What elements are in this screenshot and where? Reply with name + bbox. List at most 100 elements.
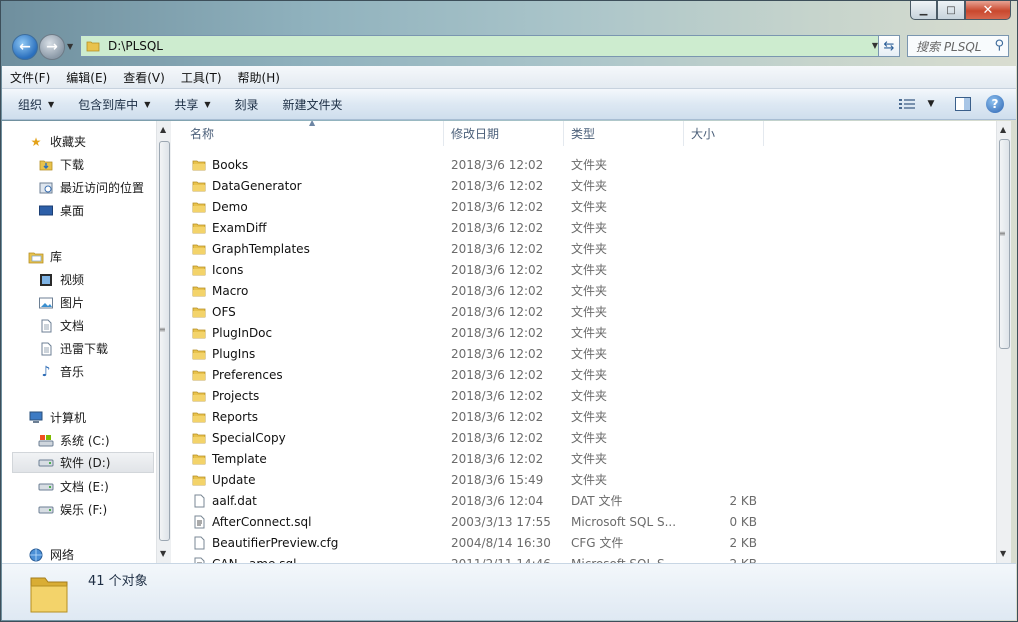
- address-bar[interactable]: D:\PLSQL ▼: [80, 35, 882, 57]
- file-row[interactable]: Update 2018/3/6 15:49 文件夹: [171, 469, 996, 490]
- nav-xunlei[interactable]: 迅雷下载: [38, 338, 108, 359]
- nav-videos[interactable]: 视频: [38, 269, 84, 290]
- nav-drive-d[interactable]: 软件 (D:): [12, 452, 154, 473]
- search-box[interactable]: 搜索 PLSQL ⚲: [907, 35, 1009, 57]
- scroll-up-arrow-icon[interactable]: ▲: [1000, 125, 1006, 134]
- nav-favorites[interactable]: ★ 收藏夹: [28, 131, 86, 152]
- burn-button[interactable]: 刻录: [227, 96, 267, 113]
- file-row[interactable]: OFS 2018/3/6 12:02 文件夹: [171, 301, 996, 322]
- file-row[interactable]: DataGenerator 2018/3/6 12:02 文件夹: [171, 175, 996, 196]
- file-list-scrollbar[interactable]: ▲ ≡ ▼: [996, 121, 1011, 563]
- file-date: 2004/8/14 16:30: [451, 535, 551, 550]
- new-folder-button[interactable]: 新建文件夹: [275, 96, 351, 113]
- maximize-button[interactable]: □: [937, 1, 965, 20]
- column-header-name[interactable]: ▲ 名称: [171, 121, 444, 146]
- view-options-dropdown[interactable]: ▼: [920, 94, 942, 114]
- file-icon: [194, 494, 205, 507]
- nav-libraries[interactable]: 库: [28, 246, 62, 267]
- menu-view[interactable]: 查看(V): [115, 69, 173, 86]
- folder-icon: [192, 265, 206, 275]
- menu-help[interactable]: 帮助(H): [230, 69, 288, 86]
- file-row[interactable]: AfterConnect.sql 2003/3/13 17:55 Microsoft…: [171, 511, 996, 532]
- preview-pane-icon: [955, 97, 971, 111]
- file-row[interactable]: aalf.dat 2018/3/6 12:04 DAT 文件 2 KB: [171, 490, 996, 511]
- file-date: 2018/3/6 12:02: [451, 220, 544, 235]
- nav-desktop[interactable]: 桌面: [38, 200, 84, 221]
- search-icon[interactable]: ⚲: [994, 38, 1004, 53]
- file-rows: Books 2018/3/6 12:02 文件夹 DataGenerator 2018/…: [171, 154, 996, 563]
- forward-button[interactable]: →: [39, 34, 65, 60]
- column-header-date[interactable]: 修改日期: [444, 121, 564, 146]
- address-path[interactable]: D:\PLSQL: [108, 39, 163, 53]
- menu-file[interactable]: 文件(F): [2, 69, 58, 86]
- file-row[interactable]: Template 2018/3/6 12:02 文件夹: [171, 448, 996, 469]
- file-row[interactable]: GraphTemplates 2018/3/6 12:02 文件夹: [171, 238, 996, 259]
- close-button[interactable]: ✕: [965, 1, 1011, 20]
- folder-large-icon: [30, 577, 68, 613]
- file-type: 文件夹: [571, 431, 608, 445]
- search-input[interactable]: 搜索 PLSQL: [916, 38, 982, 55]
- folder-icon: [86, 41, 100, 52]
- column-size-label: 大小: [691, 127, 716, 141]
- file-row[interactable]: ExamDiff 2018/3/6 12:02 文件夹: [171, 217, 996, 238]
- scrollbar-thumb[interactable]: [999, 139, 1010, 349]
- file-date: 2018/3/6 12:02: [451, 304, 544, 319]
- scroll-down-arrow-icon[interactable]: ▼: [160, 549, 166, 558]
- file-row[interactable]: SpecialCopy 2018/3/6 12:02 文件夹: [171, 427, 996, 448]
- nav-pictures[interactable]: 图片: [38, 292, 84, 313]
- file-row[interactable]: Preferences 2018/3/6 12:02 文件夹: [171, 364, 996, 385]
- nav-drive-e[interactable]: 文档 (E:): [38, 476, 109, 497]
- file-date: 2018/3/6 12:02: [451, 346, 544, 361]
- file-row[interactable]: Reports 2018/3/6 12:02 文件夹: [171, 406, 996, 427]
- nav-documents[interactable]: 文档: [38, 315, 84, 336]
- file-name-cell: Demo: [171, 200, 444, 214]
- nav-network-label: 网络: [50, 548, 75, 562]
- nav-computer[interactable]: 计算机: [28, 407, 86, 428]
- nav-documents-label: 文档: [60, 319, 85, 333]
- file-size: 0 KB: [729, 514, 757, 529]
- minimize-button[interactable]: ▁: [910, 1, 937, 20]
- file-row[interactable]: Macro 2018/3/6 12:02 文件夹: [171, 280, 996, 301]
- file-row[interactable]: Books 2018/3/6 12:02 文件夹: [171, 154, 996, 175]
- navigation-pane-scrollbar[interactable]: ▲ ≡ ▼: [156, 121, 171, 563]
- column-header-size[interactable]: 大小: [684, 121, 764, 146]
- file-row[interactable]: Demo 2018/3/6 12:02 文件夹: [171, 196, 996, 217]
- help-button[interactable]: ?: [984, 94, 1006, 114]
- share-button[interactable]: 共享 ▼: [166, 96, 218, 113]
- column-header-type[interactable]: 类型: [564, 121, 684, 146]
- back-button[interactable]: ←: [12, 34, 38, 60]
- file-name-cell: PlugInDoc: [171, 326, 444, 340]
- file-date: 2018/3/6 12:02: [451, 241, 544, 256]
- scrollbar-thumb[interactable]: [159, 141, 170, 541]
- nav-downloads[interactable]: 下载: [38, 154, 84, 175]
- file-date: 2018/3/6 15:49: [451, 472, 544, 487]
- include-in-library-button[interactable]: 包含到库中 ▼: [70, 96, 158, 113]
- organize-button[interactable]: 组织 ▼: [10, 96, 62, 113]
- file-date: 2018/3/6 12:02: [451, 409, 544, 424]
- menu-tools[interactable]: 工具(T): [173, 69, 230, 86]
- nav-recent[interactable]: 最近访问的位置: [38, 177, 144, 198]
- scroll-down-arrow-icon[interactable]: ▼: [1000, 549, 1006, 558]
- nav-drive-e-label: 文档 (E:): [60, 480, 109, 494]
- file-row[interactable]: Icons 2018/3/6 12:02 文件夹: [171, 259, 996, 280]
- change-view-button[interactable]: [896, 94, 918, 114]
- file-name: Reports: [212, 409, 259, 424]
- folder-icon: [192, 475, 206, 485]
- file-row[interactable]: PlugInDoc 2018/3/6 12:02 文件夹: [171, 322, 996, 343]
- refresh-button[interactable]: ⇆: [878, 35, 900, 57]
- file-row[interactable]: CAN...ame.sql2011/2/11 14:46Microsoft SQ…: [171, 553, 996, 563]
- file-row[interactable]: PlugIns 2018/3/6 12:02 文件夹: [171, 343, 996, 364]
- file-size: 2 KB: [729, 493, 757, 508]
- preview-pane-button[interactable]: [952, 94, 974, 114]
- recent-pages-dropdown[interactable]: ▼: [67, 42, 73, 51]
- nav-music[interactable]: ♪ 音乐: [38, 361, 84, 382]
- menu-edit[interactable]: 编辑(E): [58, 69, 115, 86]
- scroll-up-arrow-icon[interactable]: ▲: [160, 125, 166, 134]
- file-row[interactable]: Projects 2018/3/6 12:02 文件夹: [171, 385, 996, 406]
- nav-network[interactable]: 网络: [28, 544, 74, 563]
- file-type: 文件夹: [571, 368, 608, 382]
- nav-drive-f[interactable]: 娱乐 (F:): [38, 499, 107, 520]
- nav-drive-c[interactable]: 系统 (C:): [38, 430, 110, 451]
- file-row[interactable]: BeautifierPreview.cfg 2004/8/14 16:30 CFG …: [171, 532, 996, 553]
- file-type: CFG 文件: [571, 536, 624, 550]
